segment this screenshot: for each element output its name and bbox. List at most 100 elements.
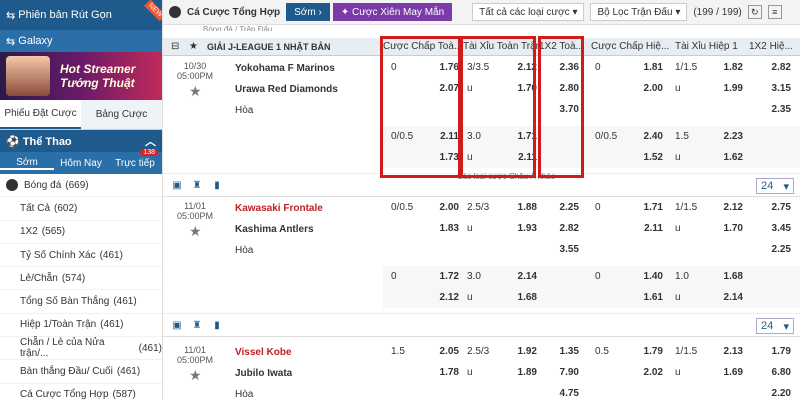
- line-cell: u: [467, 367, 473, 378]
- odds-cell[interactable]: 1.68: [717, 266, 743, 287]
- streamer-banner[interactable]: Hot Streamer Tướng Thuật: [0, 52, 162, 100]
- odds-cell[interactable]: 1.83: [431, 218, 459, 239]
- sidebar-item[interactable]: Chẵn / Lẻ của Nửa trận/... (461): [0, 337, 162, 361]
- odds-cell[interactable]: 1.35: [549, 341, 579, 362]
- shirt-icon[interactable]: ♜: [191, 179, 203, 191]
- odds-cell[interactable]: 2.11: [635, 218, 663, 239]
- odds-cell[interactable]: 2.00: [431, 197, 459, 218]
- odds-cell[interactable]: 1.62: [717, 147, 743, 168]
- odds-cell[interactable]: 1.40: [635, 266, 663, 287]
- odds-cell[interactable]: 2.02: [635, 362, 663, 383]
- odds-cell[interactable]: 1.92: [511, 341, 537, 362]
- odds-cell[interactable]: 1.82: [717, 57, 743, 78]
- match-time: 05:00PM: [176, 71, 214, 81]
- odds-cell[interactable]: 2.12: [431, 287, 459, 308]
- odds-cell[interactable]: 1.72: [431, 266, 459, 287]
- sidebar-item[interactable]: Tỷ Số Chính Xác (461): [0, 244, 162, 268]
- odds-cell[interactable]: 2.82: [761, 57, 791, 78]
- line-cell: [467, 383, 497, 404]
- tab-board[interactable]: Bảng Cược: [81, 100, 162, 129]
- odds-cell[interactable]: 3.55: [549, 239, 579, 260]
- sidebar-item-label: Tổng Số Bàn Thắng: [20, 296, 110, 308]
- odds-cell[interactable]: 2.20: [761, 383, 791, 404]
- list-view-icon[interactable]: ≡: [767, 5, 782, 19]
- sidebar-item[interactable]: Bàn thắng Đầu/ Cuối (461): [0, 360, 162, 384]
- more-markets-select[interactable]: 24 ▾: [756, 318, 794, 334]
- odds-cell[interactable]: 2.14: [717, 287, 743, 308]
- odds-cell[interactable]: 1.93: [511, 218, 537, 239]
- sport-header[interactable]: ⚽ Thể Thao ︿: [0, 130, 162, 152]
- more-markets-select[interactable]: 24 ▾: [756, 178, 794, 194]
- tab-early[interactable]: Sớm: [0, 157, 54, 170]
- odds-cell[interactable]: 1.89: [511, 362, 537, 383]
- sidebar-item[interactable]: 1X2 (565): [0, 221, 162, 244]
- odds-cell[interactable]: 1.69: [717, 362, 743, 383]
- collapse-icon[interactable]: ⊟: [171, 41, 179, 52]
- sidebar-item[interactable]: Cá Cược Tổng Hợp (587): [0, 384, 162, 400]
- sidebar-item-count: (461): [116, 366, 141, 378]
- odds-cell[interactable]: 3.15: [761, 78, 791, 99]
- star-icon[interactable]: ★: [189, 41, 198, 52]
- shirt-icon[interactable]: ♜: [191, 319, 203, 331]
- odds-cell[interactable]: 1.88: [511, 197, 537, 218]
- line-cell: [467, 239, 497, 260]
- swap-icon: ⇆: [6, 9, 19, 22]
- odds-cell[interactable]: 2.25: [549, 197, 579, 218]
- odds-cell[interactable]: 1.78: [431, 362, 459, 383]
- odds-cell[interactable]: 1.61: [635, 287, 663, 308]
- tab-today[interactable]: Hôm Nay: [54, 158, 108, 169]
- odds-cell[interactable]: 2.13: [717, 341, 743, 362]
- sidebar-item-label: Lẻ/Chẵn: [20, 272, 58, 284]
- odds-cell[interactable]: 1.81: [635, 57, 663, 78]
- odds-cell[interactable]: 1.79: [635, 341, 663, 362]
- odds-cell[interactable]: 2.40: [635, 126, 663, 147]
- odds-cell[interactable]: 1.79: [761, 341, 791, 362]
- odds-cell[interactable]: 2.00: [635, 78, 663, 99]
- early-button[interactable]: Sớm ›: [286, 3, 330, 21]
- odds-cell[interactable]: 2.05: [431, 341, 459, 362]
- sidebar-item-count: (461): [138, 342, 162, 354]
- more-markets-count: 24: [761, 320, 774, 332]
- compact-version-button[interactable]: ⇆ Phiên bản Rút Gọn NEW: [0, 0, 162, 30]
- page-title-text: Cá Cược Tổng Hợp: [187, 6, 281, 18]
- tab-bet-slip[interactable]: Phiếu Đặt Cược: [0, 100, 81, 129]
- galaxy-button[interactable]: ⇆ Galaxy: [0, 30, 162, 52]
- sidebar-item[interactable]: Lẻ/Chẵn (574): [0, 267, 162, 291]
- odds-cell[interactable]: 2.23: [717, 126, 743, 147]
- odds-cell[interactable]: 1.71: [635, 197, 663, 218]
- odds-cell[interactable]: 4.75: [549, 383, 579, 404]
- stats-icon[interactable]: ▮: [211, 319, 223, 331]
- sidebar-item[interactable]: Tất Cả (602): [0, 197, 162, 221]
- odds-cell[interactable]: 2.25: [761, 239, 791, 260]
- market-filter-select[interactable]: Tất cả các loại cược ▾: [472, 3, 585, 21]
- odds-cell[interactable]: 2.82: [549, 218, 579, 239]
- odds-cell[interactable]: 1.68: [511, 287, 537, 308]
- chart-icon[interactable]: ▣: [171, 319, 183, 331]
- odds-cell[interactable]: 2.14: [511, 266, 537, 287]
- match-filter-select[interactable]: Bộ Lọc Trận Đấu ▾: [590, 3, 688, 21]
- odds-cell[interactable]: 2.35: [761, 99, 791, 120]
- sidebar-item[interactable]: Hiệp 1/Toàn Trận (461): [0, 314, 162, 338]
- tab-live[interactable]: Trực tiếp: [108, 158, 162, 169]
- line-cell: 3.0: [467, 271, 481, 282]
- line-cell: [595, 78, 625, 99]
- chart-icon[interactable]: ▣: [171, 179, 183, 191]
- odds-cell[interactable]: 2.75: [761, 197, 791, 218]
- favorite-star-icon[interactable]: ★: [189, 223, 202, 240]
- odds-cell: [549, 287, 579, 308]
- lucky-parlay-button[interactable]: ✦ Cược Xiên May Mắn: [332, 3, 453, 21]
- favorite-star-icon[interactable]: ★: [189, 83, 202, 100]
- favorite-star-icon[interactable]: ★: [189, 367, 202, 384]
- market-list: Bóng đá (669) Tất Cả (602) 1X2 (565) Tỷ Số Chí…: [0, 174, 162, 400]
- odds-cell[interactable]: 3.45: [761, 218, 791, 239]
- refresh-icon[interactable]: ↻: [747, 5, 762, 19]
- odds-cell[interactable]: 7.90: [549, 362, 579, 383]
- odds-cell[interactable]: 6.80: [761, 362, 791, 383]
- odds-cell[interactable]: 1.52: [635, 147, 663, 168]
- odds-cell[interactable]: 1.99: [717, 78, 743, 99]
- sidebar-item[interactable]: Bóng đá (669): [0, 174, 162, 198]
- odds-cell[interactable]: 2.12: [717, 197, 743, 218]
- sidebar-item[interactable]: Tổng Số Bàn Thắng (461): [0, 290, 162, 314]
- stats-icon[interactable]: ▮: [211, 179, 223, 191]
- odds-cell[interactable]: 1.70: [717, 218, 743, 239]
